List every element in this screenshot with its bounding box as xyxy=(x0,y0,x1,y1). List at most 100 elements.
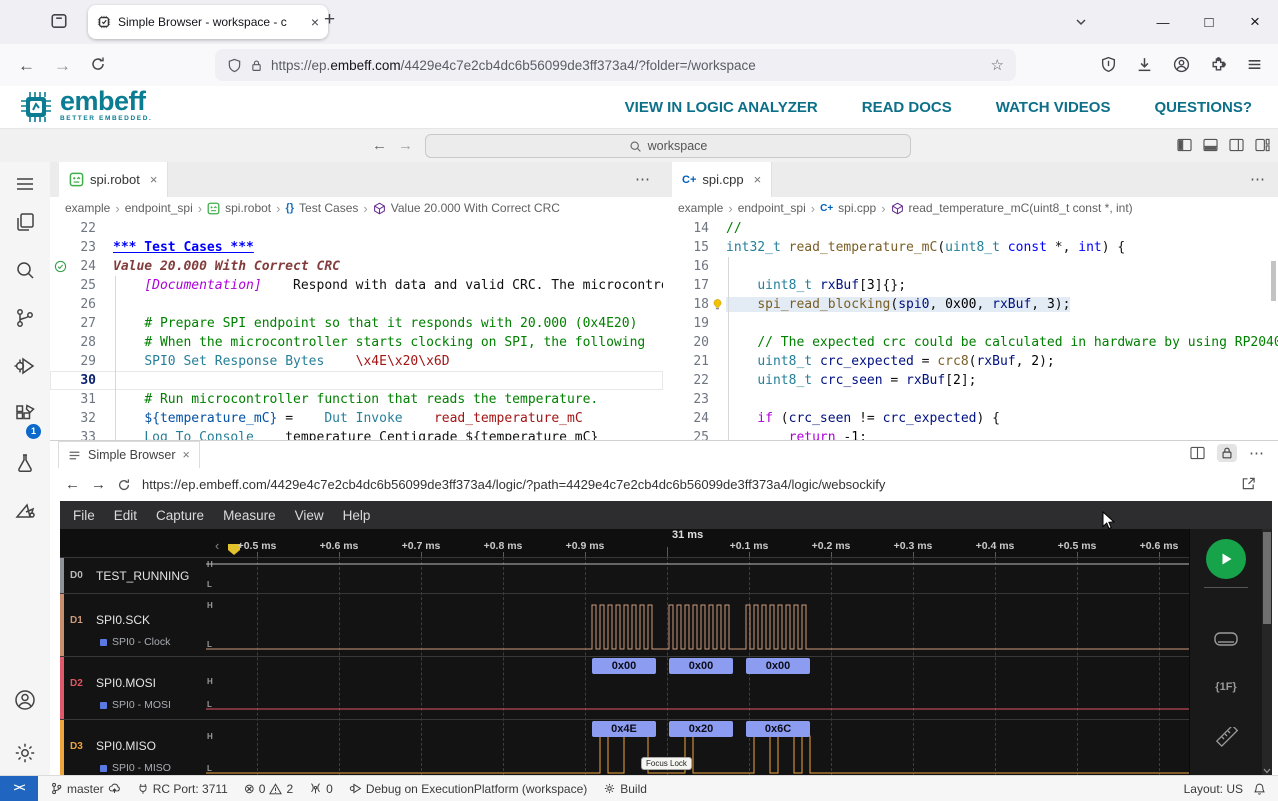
panel-more-icon[interactable]: ⋯ xyxy=(1249,444,1264,462)
code-line[interactable]: 27 # Prepare SPI endpoint so that it res… xyxy=(50,314,663,333)
decoded-byte-annotation[interactable]: 0x00 xyxy=(669,658,733,674)
scrollbar-thumb[interactable] xyxy=(1263,532,1271,624)
new-tab-button[interactable]: + xyxy=(324,9,335,31)
breadcrumb-left[interactable]: example › endpoint_spi › spi.robot › {} Tes… xyxy=(50,197,663,219)
bookmark-star-icon[interactable]: ☆ xyxy=(991,56,1004,74)
code-line[interactable]: 25 return -1; xyxy=(663,428,1278,440)
extensions-icon[interactable] xyxy=(13,402,37,426)
browser-forward-button[interactable]: → xyxy=(54,56,71,76)
ports-item[interactable]: 0 xyxy=(309,782,333,796)
robot-framework-icon[interactable] xyxy=(13,499,37,523)
split-editor-icon[interactable] xyxy=(1190,446,1205,460)
accounts-icon[interactable] xyxy=(13,688,37,712)
timeline-ruler[interactable]: ‹ +0.5 ms +0.6 ms +0.7 ms +0.8 ms +0.9 ms +0.… xyxy=(60,529,1272,558)
code-line[interactable]: 28 # When the microcontroller starts clo… xyxy=(50,333,663,352)
browser-tab[interactable]: Simple Browser - workspace - c × xyxy=(88,5,328,39)
menu-view[interactable]: View xyxy=(295,508,324,523)
account-icon[interactable] xyxy=(1173,56,1190,73)
code-line[interactable]: 20 // The expected crc could be calculat… xyxy=(663,333,1278,352)
hex-display-icon[interactable]: {1F} xyxy=(1190,681,1262,693)
testing-icon[interactable] xyxy=(13,451,37,475)
menu-hamburger-icon[interactable] xyxy=(1246,56,1263,73)
embeff-logo[interactable]: embeff BETTER EMBEDDED. xyxy=(18,88,152,126)
scroll-down-icon[interactable] xyxy=(1263,768,1271,774)
minimize-button[interactable]: — xyxy=(1140,15,1186,30)
build-item[interactable]: Build xyxy=(603,782,647,796)
code-line[interactable]: 33 Log To Console temperature Centigrade… xyxy=(50,428,663,440)
tab-spi-robot[interactable]: spi.robot × xyxy=(59,162,169,197)
menu-edit[interactable]: Edit xyxy=(114,508,137,523)
browser-back-button[interactable]: ← xyxy=(18,56,35,76)
panel-tab-close-icon[interactable]: × xyxy=(183,448,190,462)
breadcrumb-right[interactable]: example › endpoint_spi › C+ spi.cpp › read_… xyxy=(663,197,1278,219)
decoded-byte-annotation[interactable]: 0x4E xyxy=(592,721,656,737)
lock-icon[interactable] xyxy=(250,59,263,72)
menu-measure[interactable]: Measure xyxy=(223,508,276,523)
command-center-search[interactable]: workspace xyxy=(425,134,911,158)
menu-capture[interactable]: Capture xyxy=(156,508,204,523)
code-line[interactable]: 18 spi_read_blocking(spi0, 0x00, rxBuf, … xyxy=(663,295,1278,314)
toggle-sidebar-icon[interactable] xyxy=(1177,138,1192,152)
run-capture-button[interactable] xyxy=(1206,539,1246,579)
code-line[interactable]: 23 xyxy=(663,390,1278,409)
code-line[interactable]: 23 *** Test Cases *** xyxy=(50,238,663,257)
ruler-back-icon[interactable]: ‹ xyxy=(215,538,219,553)
extensions-puzzle-icon[interactable] xyxy=(1210,56,1227,73)
code-editor-cpp[interactable]: 14//15 int32_t read_temperature_mC(uint8_… xyxy=(663,219,1278,440)
nav-link-logic-analyzer[interactable]: VIEW IN LOGIC ANALYZER xyxy=(625,99,818,116)
tab-close-icon[interactable]: × xyxy=(150,172,158,187)
code-line[interactable]: 30 xyxy=(50,371,663,390)
code-line[interactable]: 22 xyxy=(50,219,663,238)
toggle-panel-icon[interactable] xyxy=(1203,138,1218,152)
editor-actions-more-icon[interactable]: ⋯ xyxy=(1250,170,1266,188)
decoded-byte-annotation[interactable]: 0x00 xyxy=(592,658,656,674)
history-back-button[interactable]: ← xyxy=(372,137,387,154)
rc-port-item[interactable]: RC Port: 3711 xyxy=(137,782,228,796)
maximize-button[interactable]: □ xyxy=(1186,14,1232,31)
firefox-view-icon[interactable] xyxy=(50,12,68,30)
signal-row-d1[interactable]: D1 SPI0.SCK SPI0 - Clock H L xyxy=(60,593,1262,656)
measure-ruler-icon[interactable] xyxy=(1190,727,1262,751)
code-line[interactable]: 16 xyxy=(663,257,1278,276)
problems-item[interactable]: ⊗ 0 2 xyxy=(244,781,293,797)
decoded-byte-annotation[interactable]: 0x20 xyxy=(669,721,733,737)
code-line[interactable]: 14// xyxy=(663,219,1278,238)
code-line[interactable]: 31 # Run microcontroller function that r… xyxy=(50,390,663,409)
keyboard-layout-item[interactable]: Layout: US xyxy=(1184,782,1243,796)
nav-link-questions[interactable]: QUESTIONS? xyxy=(1154,99,1252,116)
search-icon[interactable] xyxy=(13,258,37,282)
notifications-bell-icon[interactable] xyxy=(1253,782,1266,796)
lightbulb-icon[interactable] xyxy=(709,295,726,314)
nav-link-read-docs[interactable]: READ DOCS xyxy=(862,99,952,116)
tab-close-icon[interactable]: × xyxy=(754,172,762,187)
run-debug-icon[interactable] xyxy=(13,354,37,378)
panel-tab-simple-browser[interactable]: Simple Browser × xyxy=(58,441,200,469)
code-line[interactable]: 19 xyxy=(663,314,1278,333)
signal-row-d2[interactable]: D2 SPI0.MOSI SPI0 - MOSI H L 0x00 0x00 0x00 xyxy=(60,656,1262,719)
code-line[interactable]: 21 uint8_t crc_expected = crc8(rxBuf, 2)… xyxy=(663,352,1278,371)
explorer-icon[interactable] xyxy=(13,210,37,234)
code-line[interactable]: 29 SPI0 Set Response Bytes \x4E\x20\x6D xyxy=(50,352,663,371)
decoded-byte-annotation[interactable]: 0x6C xyxy=(746,721,810,737)
customize-layout-icon[interactable] xyxy=(1255,138,1270,152)
code-line[interactable]: 25 [Documentation] Respond with data and… xyxy=(50,276,663,295)
tab-close-icon[interactable]: × xyxy=(311,14,319,30)
menu-file[interactable]: File xyxy=(73,508,95,523)
code-line[interactable]: 15 int32_t read_temperature_mC(uint8_t co… xyxy=(663,238,1278,257)
code-editor-robot[interactable]: 22 23 *** Test Cases *** 24 Value 20.000 Wit… xyxy=(50,219,663,440)
menu-icon[interactable] xyxy=(13,172,37,196)
decoded-byte-annotation[interactable]: 0x00 xyxy=(746,658,810,674)
tab-spi-cpp[interactable]: C+ spi.cpp × xyxy=(672,162,773,197)
list-tabs-chevron-icon[interactable] xyxy=(1074,15,1088,29)
remote-indicator[interactable]: >< xyxy=(0,776,38,801)
editor-actions-more-icon[interactable]: ⋯ xyxy=(635,170,651,188)
code-line[interactable]: 24 if (crc_seen != crc_expected) { xyxy=(663,409,1278,428)
toggle-secondary-sidebar-icon[interactable] xyxy=(1229,138,1244,152)
git-branch-item[interactable]: master xyxy=(50,782,121,796)
source-control-icon[interactable] xyxy=(13,306,37,330)
open-external-icon[interactable] xyxy=(1241,476,1256,491)
code-line[interactable]: 26 xyxy=(50,295,663,314)
code-line[interactable]: 17 uint8_t rxBuf[3]{}; xyxy=(663,276,1278,295)
webview-url[interactable]: https://ep.embeff.com/4429e4c7e2cb4dc6b5… xyxy=(142,477,885,492)
code-line[interactable]: 22 uint8_t crc_seen = rxBuf[2]; xyxy=(663,371,1278,390)
